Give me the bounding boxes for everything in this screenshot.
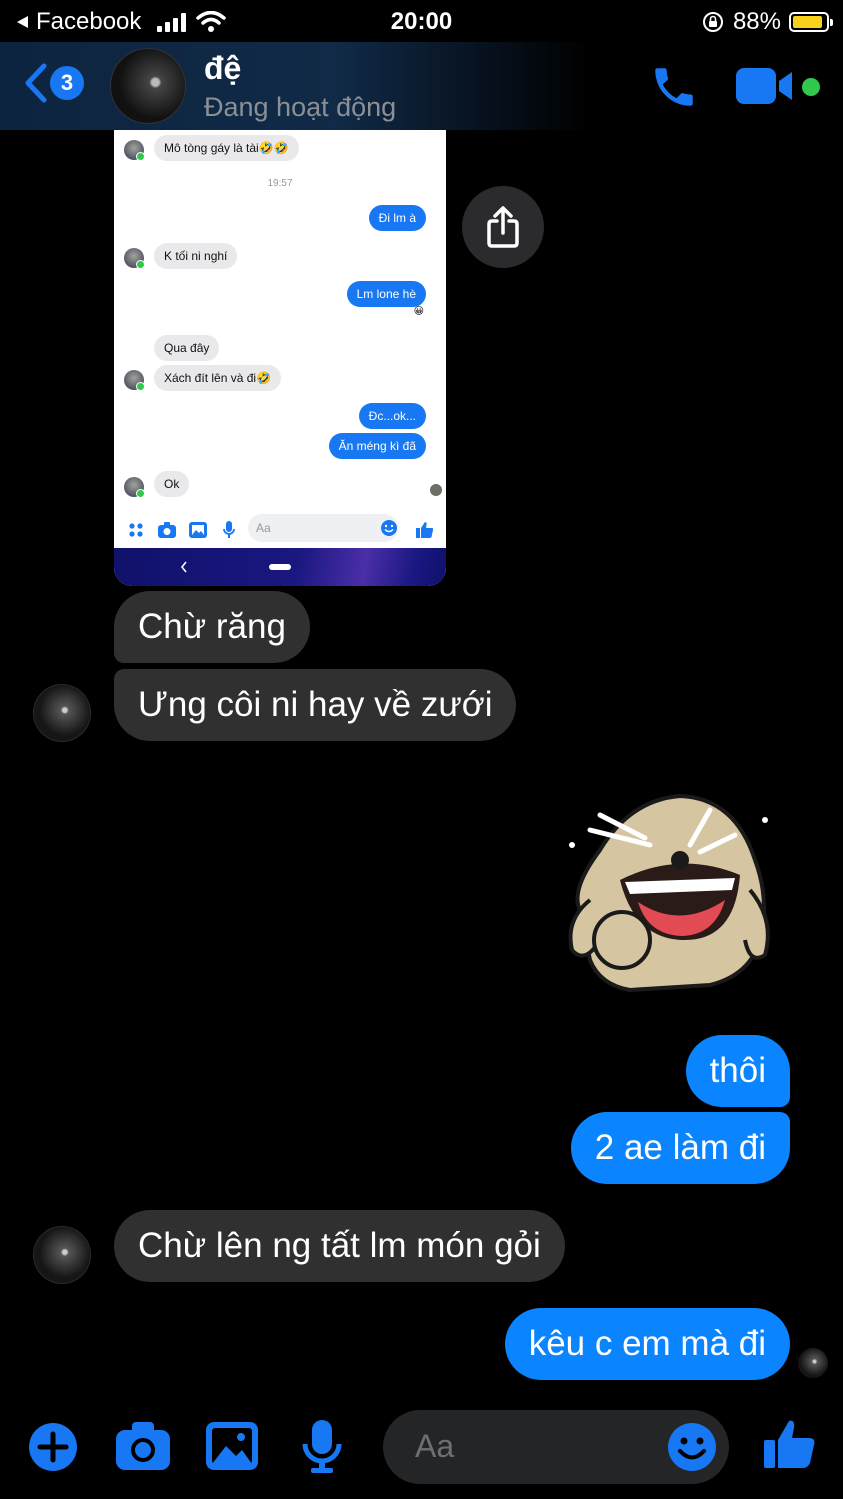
outgoing-message[interactable]: kêu c em mà đi <box>504 1308 790 1380</box>
contact-avatar-small[interactable] <box>33 684 91 742</box>
status-bar: Facebook 20:00 88% <box>0 0 843 42</box>
video-camera-icon <box>736 68 792 104</box>
back-button[interactable]: 3 <box>22 62 84 104</box>
shot-input: Aa <box>248 514 398 542</box>
read-receipt-avatar <box>798 1348 828 1378</box>
shot-message: K tối ni nghí <box>154 243 238 269</box>
shot-camera-icon <box>158 522 176 538</box>
shot-image-icon <box>189 522 207 538</box>
shot-message: Đi lm à <box>368 205 426 231</box>
microphone-icon <box>302 1420 342 1473</box>
status-right: 88% <box>701 8 833 36</box>
voice-call-button[interactable] <box>648 62 700 117</box>
emoji-icon <box>668 1423 716 1471</box>
shot-nav-home-pill <box>269 564 291 570</box>
camera-icon <box>116 1422 170 1470</box>
message-input[interactable]: Aa <box>383 1410 729 1484</box>
share-button[interactable] <box>462 186 544 268</box>
unread-count-badge: 3 <box>50 66 84 100</box>
shot-message: Lm lone hè <box>346 281 426 307</box>
shot-thumbs-icon <box>416 522 434 538</box>
image-icon <box>206 1422 258 1470</box>
more-actions-button[interactable] <box>28 1422 78 1477</box>
shot-reaction: 😀 <box>413 306 424 317</box>
shot-timestamp: 19:57 <box>267 178 293 189</box>
shot-message: Đc...ok... <box>358 403 426 429</box>
shot-mic-icon <box>223 521 235 538</box>
shot-message: Ok <box>154 471 190 497</box>
outgoing-message[interactable]: thôi <box>685 1035 790 1107</box>
mini-avatar <box>124 140 145 161</box>
plus-icon <box>29 1423 77 1471</box>
shared-image-content: Mô tòng gáy là tài🤣🤣 19:57 Đi lm à K tối… <box>114 130 446 510</box>
shot-emoji-icon <box>381 520 397 536</box>
shot-message: Ăn méng kì đã <box>328 433 426 459</box>
back-chevron-icon <box>25 63 47 103</box>
phone-icon <box>655 68 693 106</box>
laughing-dog-sticker[interactable] <box>560 790 778 1000</box>
mini-avatar <box>124 370 145 391</box>
contact-avatar-small[interactable] <box>33 1226 91 1284</box>
voice-message-button[interactable] <box>302 1420 342 1479</box>
shot-message: Qua đây <box>154 335 220 361</box>
contact-name[interactable]: đệ <box>204 50 241 87</box>
conversation-header: 3 đệ Đang hoạt động <box>0 42 843 130</box>
shot-message: Xách đít lên và đi🤣 <box>154 365 281 391</box>
shot-android-navbar <box>114 548 446 586</box>
message-composer: Aa <box>0 1400 843 1499</box>
shared-image[interactable]: Mô tòng gáy là tài🤣🤣 19:57 Đi lm à K tối… <box>114 130 446 586</box>
online-indicator <box>802 78 820 96</box>
mini-avatar <box>124 248 145 269</box>
battery-icon <box>789 12 833 32</box>
shot-menu-icon <box>129 523 143 537</box>
shot-read-avatar <box>430 484 442 496</box>
video-call-button[interactable] <box>736 66 796 111</box>
share-icon <box>487 206 519 248</box>
like-button[interactable] <box>764 1418 816 1475</box>
emoji-button[interactable] <box>667 1422 717 1477</box>
contact-active-status: Đang hoạt động <box>204 92 397 122</box>
contact-avatar[interactable] <box>110 48 186 124</box>
incoming-message[interactable]: Chừ răng <box>114 591 310 663</box>
message-input-placeholder: Aa <box>415 1428 455 1464</box>
outgoing-message[interactable]: 2 ae làm đi <box>570 1112 790 1184</box>
incoming-message[interactable]: Chừ lên ng tất lm món gỏi <box>114 1210 565 1282</box>
mini-avatar <box>124 477 145 498</box>
battery-percent: 88% <box>732 8 781 35</box>
shot-nav-back-icon <box>180 561 187 573</box>
gallery-button[interactable] <box>206 1422 258 1475</box>
thumbs-up-icon <box>764 1420 815 1468</box>
shot-message: Mô tòng gáy là tài🤣🤣 <box>154 135 299 161</box>
orientation-lock-icon <box>702 12 723 32</box>
incoming-message[interactable]: Ưng côi ni hay về zưới <box>114 669 517 741</box>
camera-button[interactable] <box>116 1422 170 1475</box>
